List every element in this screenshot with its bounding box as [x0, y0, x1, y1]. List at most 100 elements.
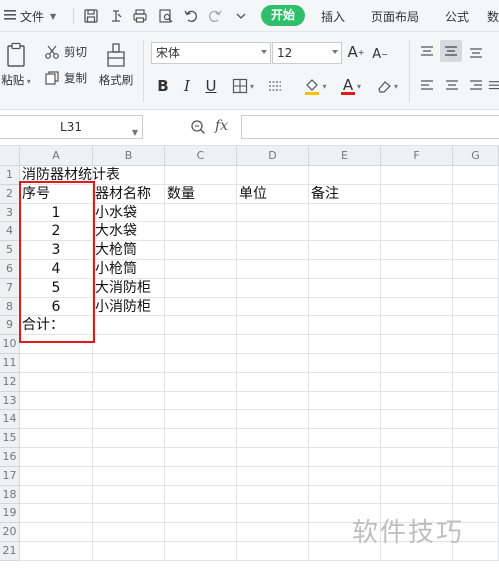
cell-E12[interactable] — [309, 372, 381, 392]
paste-button[interactable]: 粘贴 ▾ — [0, 42, 34, 88]
cell-E11[interactable] — [309, 354, 381, 373]
cell-D8[interactable] — [237, 297, 309, 317]
cell-F15[interactable] — [381, 429, 453, 448]
cell-E5[interactable] — [309, 241, 381, 260]
cell-A13[interactable] — [20, 391, 93, 411]
undo-icon[interactable] — [181, 6, 201, 26]
format-painter-button[interactable]: 格式刷 — [95, 42, 137, 88]
cell-G10[interactable] — [453, 335, 499, 354]
cell-A15[interactable] — [20, 429, 93, 448]
print-preview-icon[interactable] — [156, 6, 176, 26]
cell-B6[interactable]: 小枪筒 — [93, 260, 165, 279]
cell-A9[interactable]: 合计： — [20, 316, 93, 336]
cell-C12[interactable] — [165, 372, 237, 392]
cell-C2[interactable]: 数量 — [165, 184, 237, 204]
cell-C8[interactable] — [165, 297, 237, 317]
clear-format-button[interactable]: ▾ — [372, 76, 402, 96]
cell-E9[interactable] — [309, 316, 381, 336]
cell-C6[interactable] — [165, 260, 237, 279]
cell-B10[interactable] — [93, 335, 165, 354]
cell-G8[interactable] — [453, 297, 499, 317]
italic-button[interactable]: I — [178, 76, 196, 96]
cell-A21[interactable] — [20, 542, 93, 561]
cell-G17[interactable] — [453, 466, 499, 486]
cell-E6[interactable] — [309, 260, 381, 279]
tab-insert[interactable]: 插入 — [321, 8, 345, 25]
select-all-corner[interactable] — [0, 146, 20, 166]
export-icon[interactable] — [106, 6, 126, 26]
cell-E2[interactable]: 备注 — [309, 184, 381, 204]
cell-F12[interactable] — [381, 372, 453, 392]
tab-home[interactable]: 开始 — [261, 5, 305, 26]
cell-A4[interactable]: 2 — [20, 222, 93, 242]
cell-E13[interactable] — [309, 391, 381, 411]
column-header-c[interactable]: C — [165, 146, 237, 166]
cell-D7[interactable] — [237, 278, 309, 298]
cell-A7[interactable]: 5 — [20, 278, 93, 298]
cell-C1[interactable] — [165, 166, 237, 185]
cut-button[interactable]: 剪切 — [44, 44, 87, 60]
align-middle-button[interactable] — [440, 40, 462, 62]
cell-A18[interactable] — [20, 485, 93, 505]
cell-D13[interactable] — [237, 391, 309, 411]
row-header-14[interactable]: 14 — [0, 410, 20, 430]
cell-D19[interactable] — [237, 504, 309, 524]
row-header-7[interactable]: 7 — [0, 278, 20, 298]
cell-E1[interactable] — [309, 166, 381, 185]
formula-input[interactable] — [241, 115, 499, 139]
cell-D14[interactable] — [237, 410, 309, 430]
merge-button[interactable] — [266, 76, 284, 96]
row-header-10[interactable]: 10 — [0, 335, 20, 354]
row-header-5[interactable]: 5 — [0, 241, 20, 260]
align-left-button[interactable] — [417, 76, 437, 96]
column-header-e[interactable]: E — [309, 146, 381, 166]
cell-B21[interactable] — [93, 542, 165, 561]
cell-D5[interactable] — [237, 241, 309, 260]
cell-C3[interactable] — [165, 203, 237, 223]
tab-page-layout[interactable]: 页面布局 — [371, 8, 419, 25]
column-header-g[interactable]: G — [453, 146, 499, 166]
cell-G14[interactable] — [453, 410, 499, 430]
name-box[interactable]: L31 ▼ — [0, 115, 143, 139]
row-header-2[interactable]: 2 — [0, 184, 20, 204]
cell-D11[interactable] — [237, 354, 309, 373]
cell-A12[interactable] — [20, 372, 93, 392]
cell-D17[interactable] — [237, 466, 309, 486]
cell-D18[interactable] — [237, 485, 309, 505]
cell-A11[interactable] — [20, 354, 93, 373]
cell-E16[interactable] — [309, 448, 381, 467]
row-header-20[interactable]: 20 — [0, 523, 20, 542]
cell-G2[interactable] — [453, 184, 499, 204]
cell-A17[interactable] — [20, 466, 93, 486]
column-header-b[interactable]: B — [93, 146, 165, 166]
cell-G6[interactable] — [453, 260, 499, 279]
cell-C14[interactable] — [165, 410, 237, 430]
cell-F9[interactable] — [381, 316, 453, 336]
cell-B19[interactable] — [93, 504, 165, 524]
tab-formulas[interactable]: 公式 — [445, 8, 469, 25]
row-header-1[interactable]: 1 — [0, 166, 20, 185]
cell-A1[interactable]: 消防器材统计表 — [20, 166, 120, 185]
cell-E17[interactable] — [309, 466, 381, 486]
bold-button[interactable]: B — [154, 76, 172, 96]
cell-A8[interactable]: 6 — [20, 297, 93, 317]
cell-C13[interactable] — [165, 391, 237, 411]
row-header-13[interactable]: 13 — [0, 391, 20, 411]
cell-A14[interactable] — [20, 410, 93, 430]
cell-G18[interactable] — [453, 485, 499, 505]
cell-G1[interactable] — [453, 166, 499, 185]
cell-F13[interactable] — [381, 391, 453, 411]
row-header-15[interactable]: 15 — [0, 429, 20, 448]
shrink-font-button[interactable]: A − — [370, 44, 390, 64]
cell-C10[interactable] — [165, 335, 237, 354]
cell-B16[interactable] — [93, 448, 165, 467]
font-size-select[interactable]: 12 — [272, 42, 342, 64]
align-bottom-button[interactable] — [466, 42, 486, 62]
cell-F16[interactable] — [381, 448, 453, 467]
cell-F8[interactable] — [381, 297, 453, 317]
cell-C20[interactable] — [165, 523, 237, 542]
cell-B20[interactable] — [93, 523, 165, 542]
cell-D20[interactable] — [237, 523, 309, 542]
font-name-select[interactable]: 宋体 — [151, 42, 271, 64]
cell-B11[interactable] — [93, 354, 165, 373]
